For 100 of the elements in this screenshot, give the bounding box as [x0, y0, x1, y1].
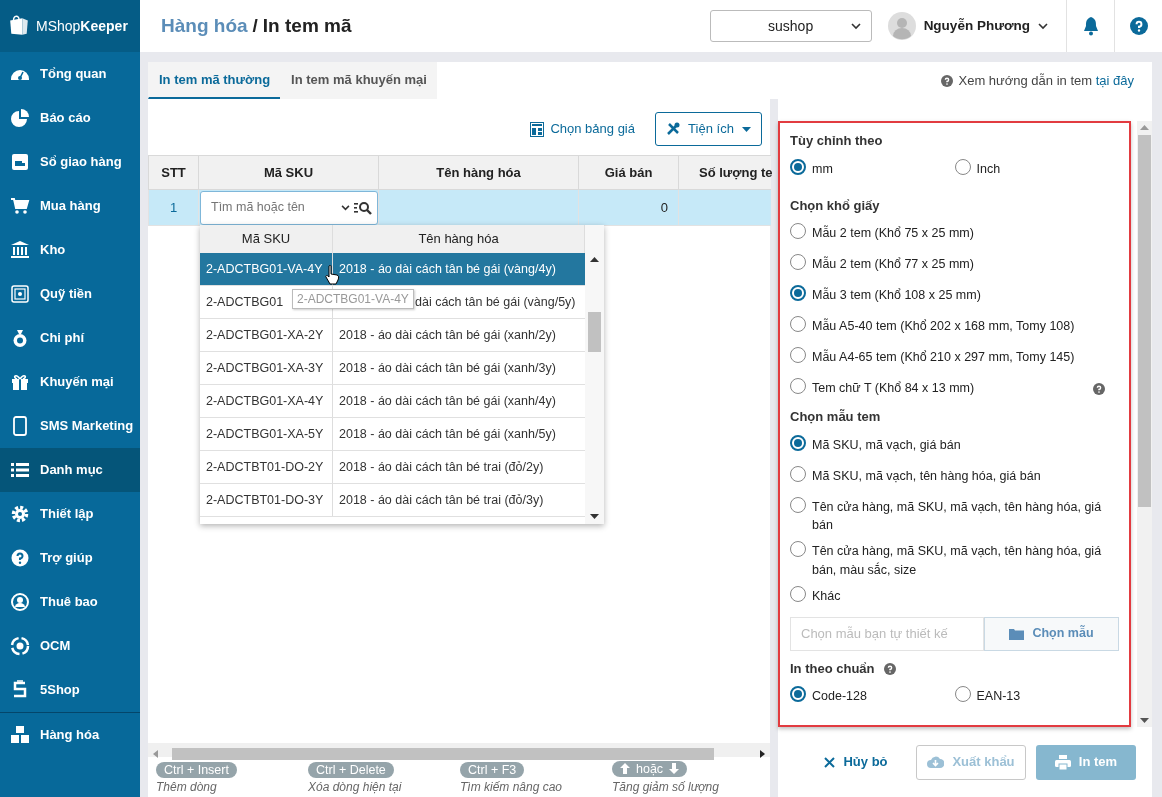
dropdown-row[interactable]: 2-ADCTBG01-XA-4Y 2018 - áo dài cách tân bé gái (xanh/4y) — [200, 385, 585, 418]
option-label[interactable]: Tem chữ T (Khổ 84 x 13 mm) — [812, 379, 975, 398]
table-cell: 1 — [148, 189, 199, 226]
table-cell: 0 — [578, 189, 679, 226]
option-label[interactable]: Mẫu 3 tem (Khổ 108 x 25 mm) — [812, 286, 981, 305]
sidebar-item[interactable]: Thuê bao — [0, 580, 140, 624]
sidebar-item[interactable]: Thiết lập — [0, 492, 140, 536]
sidebar-item[interactable]: Khuyến mại — [0, 360, 140, 404]
product-name-text: 2018 - áo dài cách tân bé gái (vàng/4y) — [339, 260, 556, 278]
cancel-button[interactable]: Hủy bỏ — [806, 744, 906, 780]
sidebar-item[interactable]: OCM — [0, 624, 140, 668]
shortcut-description: Tăng giảm số lượng — [612, 779, 720, 794]
phone-icon — [10, 416, 30, 436]
sku-text: 2-ADCTBG01-XA-3Y — [206, 359, 324, 377]
utilities-button[interactable]: Tiện ích — [655, 112, 762, 146]
price-list-link[interactable]: Chọn bảng giá — [530, 119, 635, 139]
cloud-download-icon — [927, 756, 945, 768]
tab[interactable]: In tem mã khuyến mại — [280, 62, 437, 99]
section-title: Chọn khổ giấy — [790, 197, 880, 213]
shop-select[interactable]: sushop — [709, 10, 872, 42]
section-title: Tùy chỉnh theo — [790, 133, 883, 148]
help-icon[interactable] — [1129, 17, 1148, 35]
breadcrumb-link[interactable]: Hàng hóa — [161, 11, 248, 41]
guide-link[interactable]: tại đây — [1095, 72, 1134, 88]
shortcut-key: Ctrl + Delete — [308, 762, 394, 778]
sidebar-item[interactable]: 5Shop — [0, 668, 140, 712]
dropdown-row[interactable]: 2-ADCTBT01-DO-2Y 2018 - áo dài cách tân bé trai (đỏ/2y) — [200, 451, 585, 484]
dropdown-row[interactable]: 2-ADCTBG01-XA-3Y 2018 - áo dài cách tân bé gái (xanh/3y) — [200, 352, 585, 385]
option-label[interactable]: EAN-13 — [976, 687, 1021, 706]
pie-chart-icon — [10, 108, 30, 128]
delivery-icon — [10, 152, 30, 172]
option-label[interactable]: mm — [812, 159, 833, 179]
dropdown-row[interactable]: 2-ADCTBG01-VA-4Y 2018 - áo dài cách tân bé gái (vàng/4y) — [200, 253, 585, 286]
product-name-text: 2018 - áo dài cách tân bé gái (xanh/3y) — [339, 359, 556, 377]
template-file-field[interactable]: Chọn mẫu bạn tự thiết kế — [790, 616, 984, 651]
dropdown-row[interactable]: 2-ADCTBG01-XA-2Y 2018 - áo dài cách tân bé gái (xanh/2y) — [200, 319, 585, 352]
gift-icon — [10, 372, 30, 392]
printer-icon — [1054, 754, 1071, 770]
cart-icon — [10, 196, 30, 216]
bank-icon — [10, 240, 30, 260]
help-icon — [10, 548, 30, 568]
option-label[interactable]: Mẫu 2 tem (Khổ 77 x 25 mm) — [812, 255, 974, 274]
sidebar-item[interactable]: Sổ giao hàng — [0, 140, 140, 184]
safe-icon — [10, 284, 30, 304]
option-label[interactable]: Mẫu 2 tem (Khổ 75 x 25 mm) — [812, 224, 974, 243]
option-label[interactable]: Tên cửa hàng, mã SKU, mã vạch, tên hàng hóa, giá bán, màu sắc, size — [812, 542, 1119, 580]
radio-button[interactable] — [790, 285, 806, 301]
option-label[interactable]: Mẫu A4-65 tem (Khổ 210 x 297 mm, Tomy 145) — [812, 348, 1075, 367]
product-name-text: dài cách tân bé gái (vàng/5y) — [415, 293, 576, 311]
option-label[interactable]: Inch — [976, 159, 1001, 179]
sidebar-item[interactable]: Chi phí — [0, 316, 140, 360]
sku-text: 2-ADCTBG01-VA-4Y — [206, 260, 323, 278]
product-name-text: 2018 - áo dài cách tân bé trai (đỏ/2y) — [339, 458, 544, 476]
sidebar-item[interactable]: SMS Marketing — [0, 404, 140, 448]
product-name-text: 2018 - áo dài cách tân bé gái (xanh/5y) — [339, 425, 556, 443]
dropdown-row[interactable]: 2-ADCTBG01-XA-5Y 2018 - áo dài cách tân bé gái (xanh/5y) — [200, 418, 585, 451]
sku-text: 2-ADCTBT01-DO-3Y — [206, 491, 324, 509]
option-label[interactable]: Code-128 — [812, 687, 867, 706]
option-label[interactable]: Mẫu A5-40 tem (Khổ 202 x 168 mm, Tomy 108) — [812, 317, 1075, 336]
radio-button[interactable] — [790, 158, 806, 175]
shortcut-key: hoặc — [612, 760, 688, 777]
sidebar-item[interactable]: Quỹ tiền — [0, 272, 140, 316]
radio-button[interactable] — [790, 686, 806, 702]
help-icon — [940, 74, 953, 87]
sku-text: 2-ADCTBT01-DO-2Y — [206, 458, 324, 476]
horizontal-scrollbar[interactable] — [148, 743, 770, 757]
help-icon[interactable] — [1093, 382, 1105, 395]
notification-bell-icon[interactable] — [1081, 16, 1100, 36]
avatar-icon — [887, 12, 916, 40]
sku-text: 2-ADCTBG01-XA-4Y — [206, 392, 324, 410]
search-box[interactable]: Tìm mã hoặc tên — [200, 190, 378, 225]
close-icon — [824, 756, 836, 768]
pointer-cursor-icon — [325, 265, 340, 285]
boxes-icon — [10, 724, 30, 745]
tooltip: 2-ADCTBG01-VA-4Y — [292, 289, 414, 309]
option-label[interactable]: Mã SKU, mã vạch, tên hàng hóa, giá bán — [812, 466, 1041, 486]
option-label[interactable]: Tên cửa hàng, mã SKU, mã vạch, tên hàng hóa, giá bán — [812, 497, 1119, 535]
tab[interactable]: In tem mã thường — [148, 62, 281, 99]
vertical-scrollbar[interactable] — [1137, 121, 1152, 727]
shopping-bag-icon — [8, 15, 30, 37]
sidebar-item[interactable]: Báo cáo — [0, 96, 140, 140]
radio-button[interactable] — [790, 434, 806, 451]
sku-text: 2-ADCTBG01 — [206, 293, 284, 311]
option-label[interactable]: Mã SKU, mã vạch, giá bán — [812, 435, 961, 455]
product-name-text: 2018 - áo dài cách tân bé gái (xanh/4y) — [339, 392, 556, 410]
option-label[interactable]: Khác — [812, 586, 841, 606]
shortcut-description: Thêm dòng — [156, 779, 218, 794]
sidebar-item[interactable]: Tổng quan — [0, 52, 140, 96]
sidebar-item[interactable]: Danh mục — [0, 448, 140, 492]
column-header: Giá bán — [578, 155, 679, 190]
help-icon[interactable] — [884, 663, 897, 676]
section-title: Chọn mẫu tem — [790, 409, 881, 424]
sidebar-item[interactable]: Kho — [0, 228, 140, 272]
sidebar-item[interactable]: Trợ giúp — [0, 536, 140, 580]
user-menu[interactable]: Nguyễn Phương — [871, 12, 1066, 40]
dropdown-row[interactable]: 2-ADCTBT01-DO-3Y 2018 - áo dài cách tân bé trai (đỏ/3y) — [200, 484, 585, 517]
breadcrumb-separator: / — [252, 13, 258, 38]
spreadsheet-icon — [530, 121, 545, 137]
sidebar-item[interactable]: Mua hàng — [0, 184, 140, 228]
sidebar-item[interactable]: Hàng hóa — [0, 712, 140, 756]
